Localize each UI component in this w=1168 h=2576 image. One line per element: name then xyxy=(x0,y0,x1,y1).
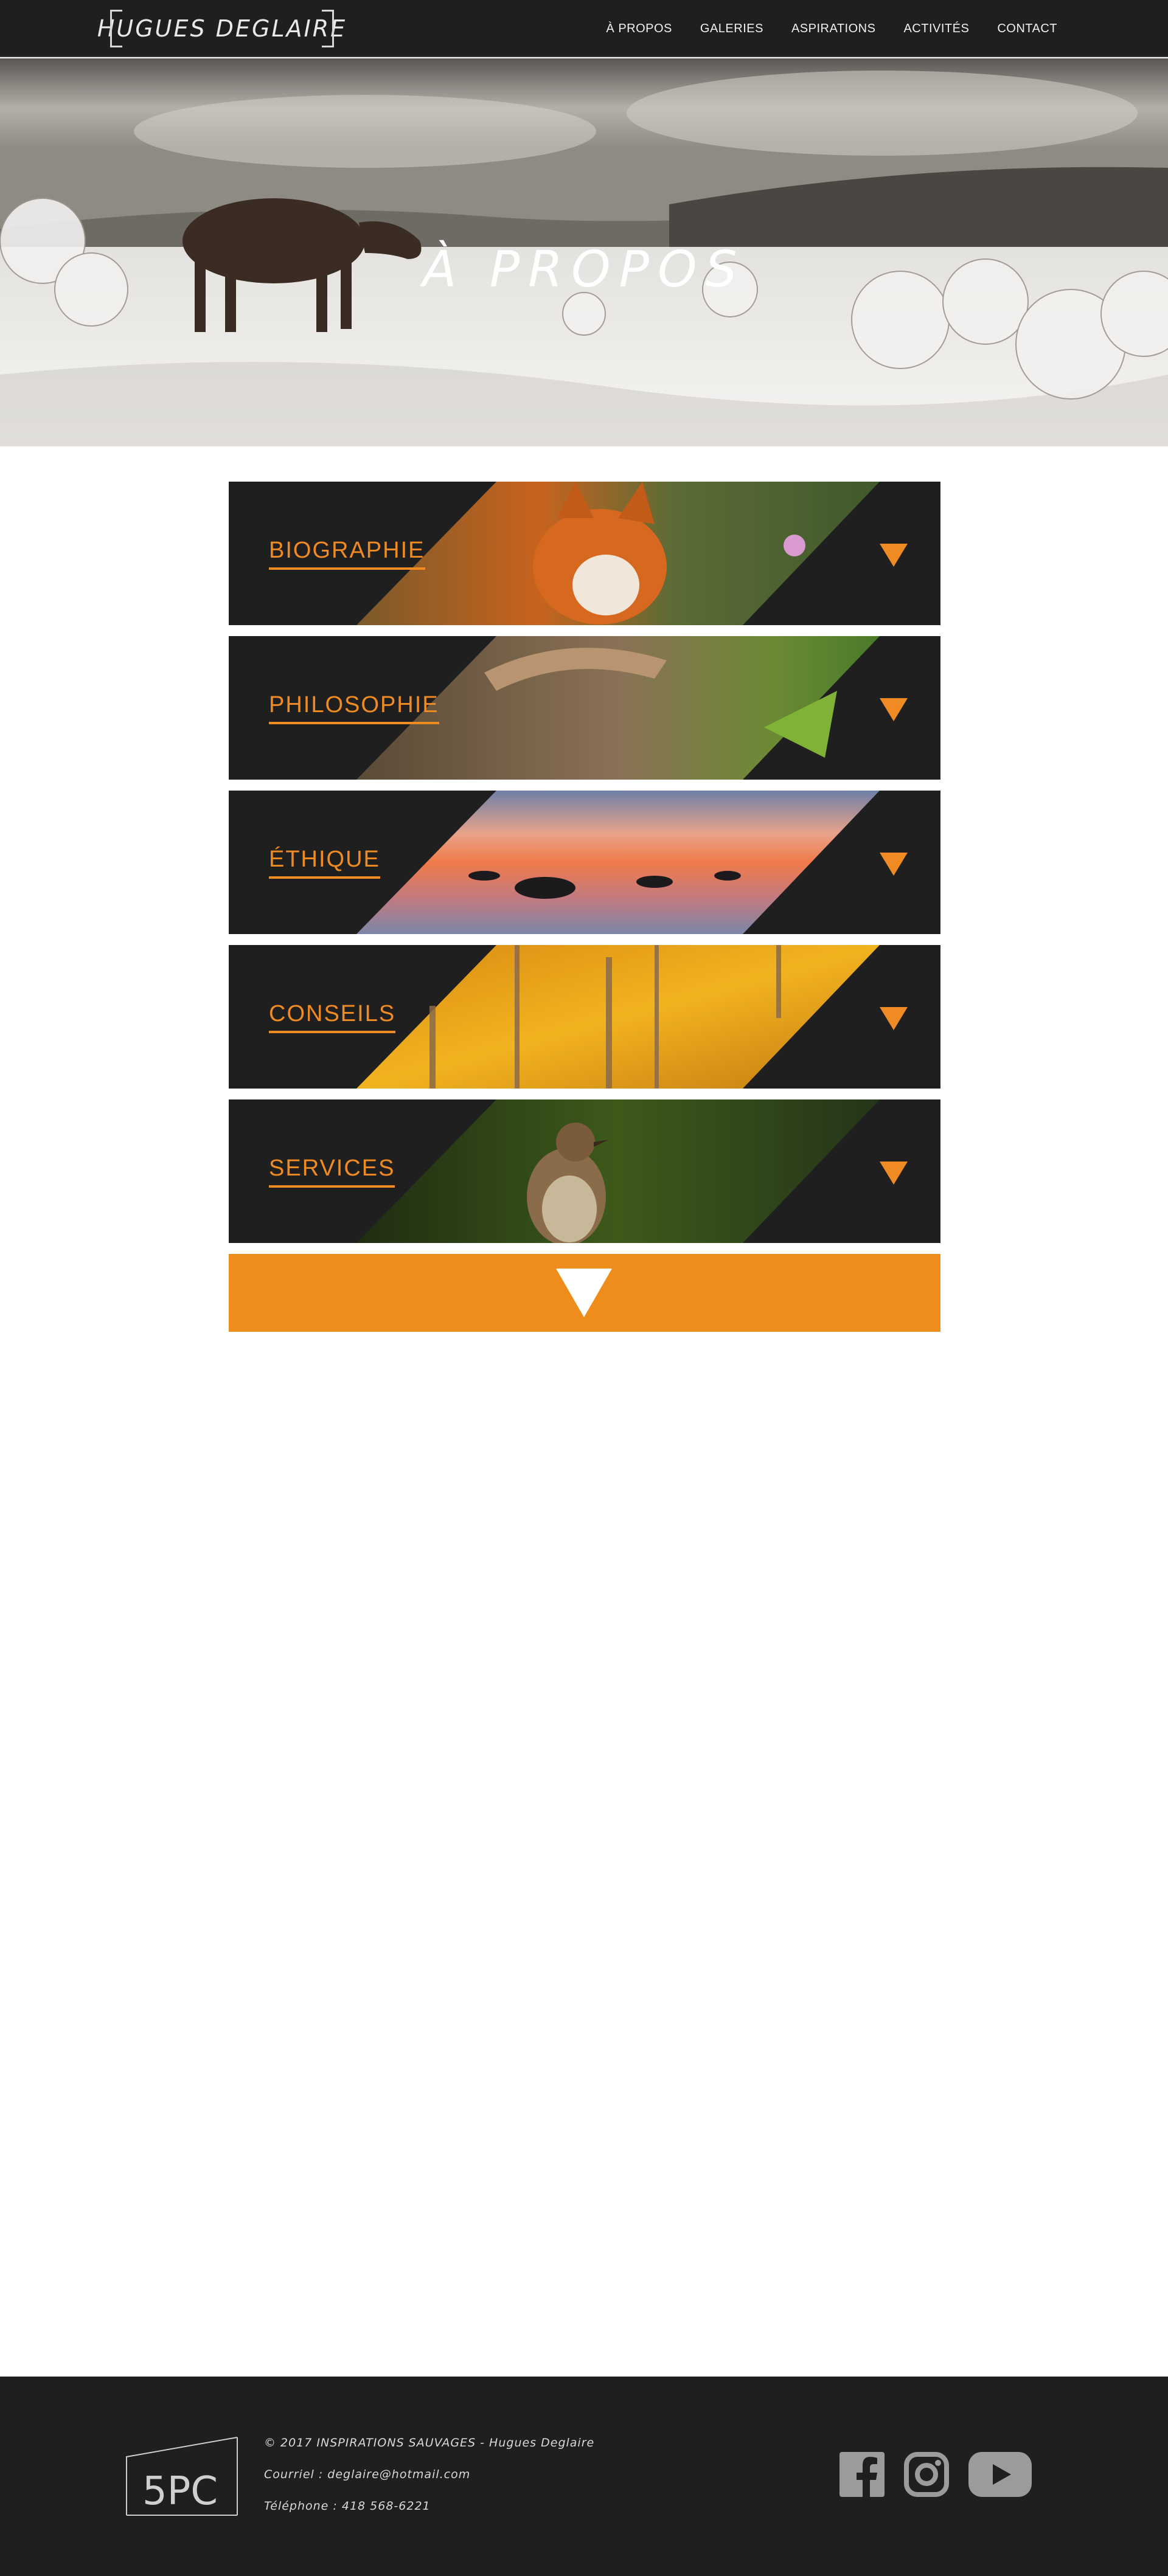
section-label: BIOGRAPHIE xyxy=(269,538,425,570)
expand-arrow-icon[interactable] xyxy=(880,853,908,876)
section-biographie[interactable]: BIOGRAPHIE xyxy=(229,482,940,625)
footer-copyright: © 2017 INSPIRATIONS SAUVAGES - Hugues De… xyxy=(264,2436,595,2450)
expand-arrow-icon[interactable] xyxy=(880,544,908,567)
hero-title: À PROPOS xyxy=(422,241,746,299)
youtube-icon[interactable] xyxy=(968,2452,1032,2500)
down-triangle-icon xyxy=(556,1269,612,1317)
main-nav: À PROPOS GALERIES ASPIRATIONS ACTIVITÉS … xyxy=(606,0,1057,57)
facebook-icon[interactable] xyxy=(839,2452,885,2500)
nav-galeries[interactable]: GALERIES xyxy=(700,22,763,36)
logo-text: HUGUES DEGLAIRE xyxy=(97,15,347,42)
section-services[interactable]: SERVICES xyxy=(229,1099,940,1243)
section-label: PHILOSOPHIE xyxy=(269,692,439,724)
nav-a-propos[interactable]: À PROPOS xyxy=(606,22,672,36)
footer-phone: Téléphone : 418 568-6221 xyxy=(264,2499,431,2513)
site-header: HUGUES DEGLAIRE À PROPOS GALERIES ASPIRA… xyxy=(0,0,1168,57)
section-list: BIOGRAPHIE PHILOSOPHIE ÉTHIQUE CONSEILS … xyxy=(229,482,940,1332)
nav-activites[interactable]: ACTIVITÉS xyxy=(903,22,969,36)
show-more-button[interactable] xyxy=(229,1254,940,1332)
section-label: CONSEILS xyxy=(269,1001,396,1033)
site-footer: 5PC © 2017 INSPIRATIONS SAUVAGES - Hugue… xyxy=(0,2377,1168,2576)
footer-logo[interactable]: 5PC xyxy=(125,2436,238,2516)
expand-arrow-icon[interactable] xyxy=(880,1007,908,1030)
section-ethique[interactable]: ÉTHIQUE xyxy=(229,791,940,934)
footer-info: © 2017 INSPIRATIONS SAUVAGES - Hugues De… xyxy=(264,2436,594,2531)
footer-email[interactable]: Courriel : deglaire@hotmail.com xyxy=(264,2468,594,2481)
section-label: ÉTHIQUE xyxy=(269,847,380,879)
section-conseils[interactable]: CONSEILS xyxy=(229,945,940,1089)
nav-contact[interactable]: CONTACT xyxy=(997,22,1057,36)
site-logo[interactable]: HUGUES DEGLAIRE xyxy=(97,10,345,47)
footer-logo-text: 5PC xyxy=(142,2469,218,2514)
hero-banner: À PROPOS xyxy=(0,58,1168,446)
expand-arrow-icon[interactable] xyxy=(880,698,908,721)
section-label: SERVICES xyxy=(269,1155,395,1188)
logo-bracket-right xyxy=(322,10,334,47)
social-links xyxy=(839,2452,1032,2500)
nav-aspirations[interactable]: ASPIRATIONS xyxy=(791,22,876,36)
instagram-icon[interactable] xyxy=(904,2452,949,2500)
section-philosophie[interactable]: PHILOSOPHIE xyxy=(229,636,940,780)
expand-arrow-icon[interactable] xyxy=(880,1162,908,1185)
logo-bracket-left xyxy=(110,10,122,47)
